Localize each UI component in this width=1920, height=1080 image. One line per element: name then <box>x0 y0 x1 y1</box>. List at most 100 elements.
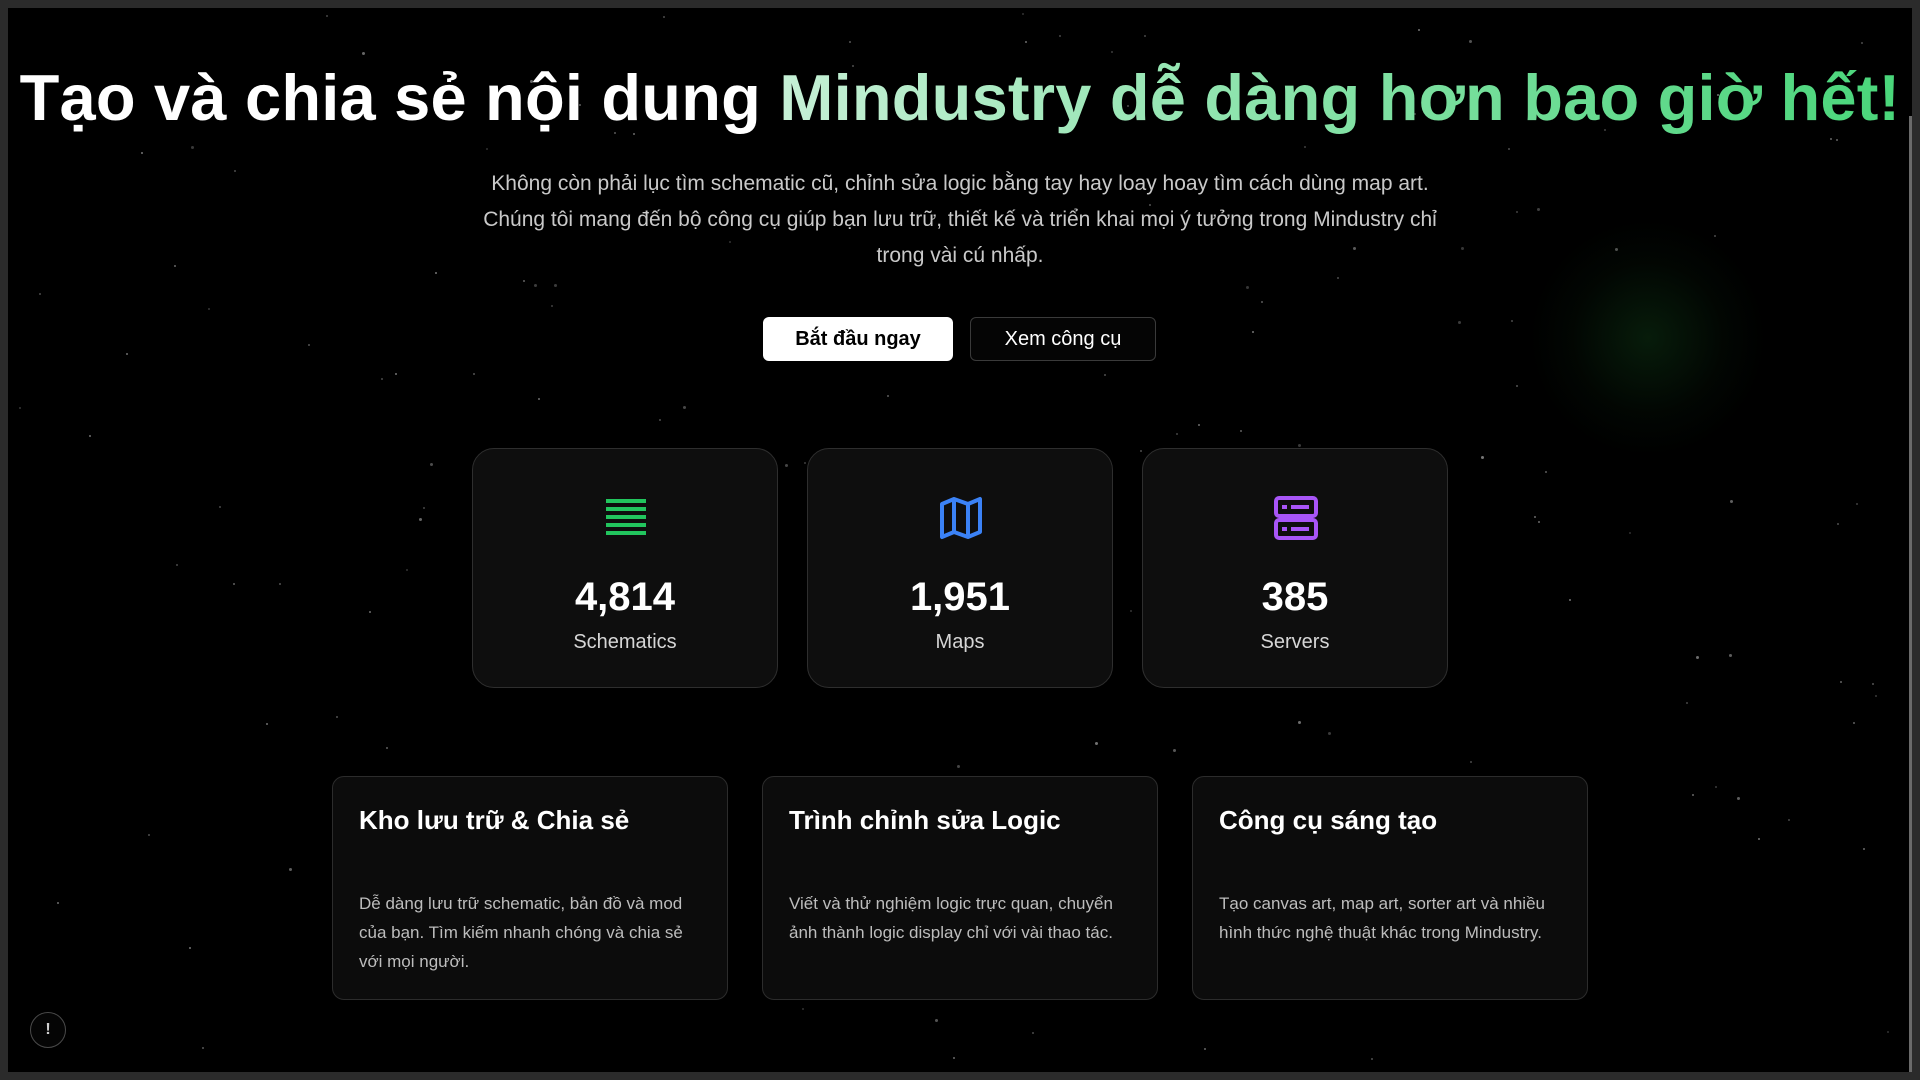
star-dot <box>953 1057 955 1059</box>
star-dot <box>176 564 178 566</box>
star-dot <box>1059 35 1061 37</box>
star-dot <box>1830 138 1832 140</box>
feature-card-creative-tools[interactable]: Công cụ sáng tạo Tạo canvas art, map art… <box>1192 776 1588 1000</box>
stat-value: 1,951 <box>909 575 1011 619</box>
star-dot <box>1875 695 1877 697</box>
star-dot <box>1729 654 1732 657</box>
green-glow-decoration <box>1528 218 1768 458</box>
star-dot <box>1198 424 1200 426</box>
feature-title: Công cụ sáng tạo <box>1219 805 1438 835</box>
star-dot <box>1629 532 1631 534</box>
star-dot <box>849 41 851 43</box>
feature-card-logic-editor[interactable]: Trình chỉnh sửa Logic Viết và thử nghiệm… <box>762 776 1158 1000</box>
star-dot <box>523 280 525 282</box>
star-dot <box>141 152 143 154</box>
star-dot <box>1836 139 1838 141</box>
star-dot <box>419 518 422 521</box>
hero-subtitle: Không còn phải lục tìm schematic cũ, chỉ… <box>483 172 1437 267</box>
stat-label: Servers <box>1260 631 1330 653</box>
stat-card-schematics[interactable]: 4,814 Schematics <box>472 448 778 688</box>
star-dot <box>887 395 889 397</box>
star-dot <box>1469 40 1472 43</box>
get-started-button[interactable]: Bắt đầu ngay <box>763 317 953 361</box>
view-tools-button[interactable]: Xem công cụ <box>970 317 1156 361</box>
star-dot <box>1025 41 1027 43</box>
star-dot <box>1298 721 1301 724</box>
star-dot <box>1095 742 1098 745</box>
star-dot <box>406 569 408 571</box>
star-dot <box>1758 838 1760 840</box>
star-dot <box>1730 500 1733 503</box>
feature-description: Dễ dàng lưu trữ schematic, bản đồ và mod… <box>359 894 683 971</box>
star-dot <box>1714 235 1716 237</box>
star-dot <box>1470 761 1472 763</box>
star-dot <box>381 378 383 380</box>
feature-card-storage[interactable]: Kho lưu trữ & Chia sẻ Dễ dàng lưu trữ sc… <box>332 776 728 1000</box>
server-icon <box>1274 496 1318 540</box>
star-dot <box>1458 321 1461 324</box>
map-icon <box>940 497 982 539</box>
star-dot <box>1788 819 1790 821</box>
star-dot <box>430 463 433 466</box>
star-dot <box>804 462 806 464</box>
star-dot <box>174 265 176 267</box>
star-dot <box>1840 681 1842 683</box>
info-icon[interactable]: ! <box>30 1012 66 1048</box>
star-dot <box>234 170 236 172</box>
star-dot <box>1569 599 1571 601</box>
star-dot <box>423 507 425 509</box>
star-dot <box>534 284 537 287</box>
star-dot <box>1696 656 1699 659</box>
star-dot <box>1837 523 1839 525</box>
scrollbar[interactable] <box>1909 116 1912 1072</box>
star-dot <box>326 15 328 17</box>
stat-value: 4,814 <box>574 575 676 619</box>
star-dot <box>1545 471 1547 473</box>
stat-card-maps[interactable]: 1,951 Maps <box>807 448 1113 688</box>
star-dot <box>57 902 59 904</box>
star-dot <box>266 723 268 725</box>
stat-card-servers[interactable]: 385 Servers <box>1142 448 1448 688</box>
star-dot <box>386 747 388 749</box>
star-dot <box>1686 702 1688 704</box>
star-dot <box>39 293 41 295</box>
star-dot <box>1737 797 1740 800</box>
page-frame: Tạo và chia sẻ nội dung Mindustry dễ dàn… <box>8 8 1912 1072</box>
hero-title-highlight: Mindustry dễ dàng hơn bao giờ hết! <box>779 61 1901 134</box>
star-dot <box>19 407 21 409</box>
star-dot <box>89 435 91 437</box>
star-dot <box>1692 794 1694 796</box>
star-dot <box>233 583 235 585</box>
star-dot <box>1461 247 1464 250</box>
star-dot <box>362 52 365 55</box>
star-dot <box>1337 277 1339 279</box>
star-dot <box>208 308 210 310</box>
star-dot <box>683 406 686 409</box>
star-dot <box>1140 450 1142 452</box>
star-dot <box>1298 444 1301 447</box>
star-dot <box>279 583 281 585</box>
star-dot <box>1538 521 1540 523</box>
star-dot <box>191 146 194 149</box>
star-dot <box>935 1019 938 1022</box>
star-dot <box>1511 320 1513 322</box>
hero-title-white: Tạo và chia sẻ nội dung <box>19 61 780 134</box>
star-dot <box>1104 374 1106 376</box>
star-dot <box>1111 51 1113 53</box>
star-dot <box>1872 683 1874 685</box>
star-dot <box>554 284 557 287</box>
star-dot <box>1537 208 1540 211</box>
hero-title: Tạo và chia sẻ nội dung Mindustry dễ dàn… <box>8 60 1912 135</box>
star-dot <box>289 868 292 871</box>
star-dot <box>1856 503 1858 505</box>
star-dot <box>1304 146 1306 148</box>
star-dot <box>659 419 661 421</box>
stat-label: Maps <box>935 631 985 653</box>
feature-description: Viết và thử nghiệm logic trực quan, chuy… <box>789 894 1113 942</box>
star-dot <box>663 16 665 18</box>
star-dot <box>1204 1048 1206 1050</box>
star-dot <box>1861 42 1863 44</box>
star-dot <box>1246 286 1249 289</box>
star-dot <box>1022 13 1024 15</box>
star-dot <box>126 353 128 355</box>
